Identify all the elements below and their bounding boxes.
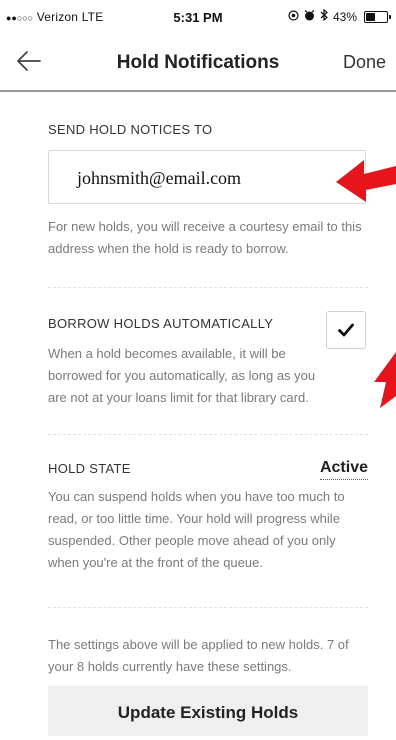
hold-state-toggle[interactable]: Active (319, 459, 368, 480)
section-divider (48, 607, 368, 608)
alarm-icon (304, 9, 315, 24)
location-icon (288, 9, 299, 24)
send-notices-help: For new holds, you will receive a courte… (48, 219, 362, 256)
annotation-arrow-icon (336, 160, 396, 202)
borrow-auto-help: When a hold becomes available, it will b… (48, 346, 316, 405)
settings-note: The settings above will be applied to ne… (48, 637, 349, 674)
borrow-auto-label: BORROW HOLDS AUTOMATICALLY (48, 316, 274, 331)
section-divider (48, 434, 368, 435)
update-existing-holds-button[interactable]: Update Existing Holds (48, 686, 368, 736)
status-bar: ●●○○○ Verizon LTE 5:31 PM 43% (0, 0, 396, 32)
battery-icon (364, 10, 391, 23)
section-divider (48, 287, 368, 288)
hold-state-help: You can suspend holds when you have too … (48, 489, 345, 570)
checkmark-icon (338, 323, 354, 337)
status-right: 43% (288, 8, 391, 24)
hold-state-label: HOLD STATE (48, 461, 131, 476)
battery-percent: 43% (332, 9, 357, 24)
done-button[interactable]: Done (343, 52, 386, 73)
borrow-auto-checkbox[interactable] (326, 311, 366, 349)
page-title: Hold Notifications (116, 52, 280, 73)
annotation-arrow-icon (374, 352, 396, 408)
bluetooth-icon (320, 8, 328, 24)
email-field[interactable]: johnsmith@email.com (48, 150, 366, 204)
navigation-bar: Hold Notifications Done (0, 32, 396, 92)
send-notices-label: SEND HOLD NOTICES TO (48, 122, 213, 137)
